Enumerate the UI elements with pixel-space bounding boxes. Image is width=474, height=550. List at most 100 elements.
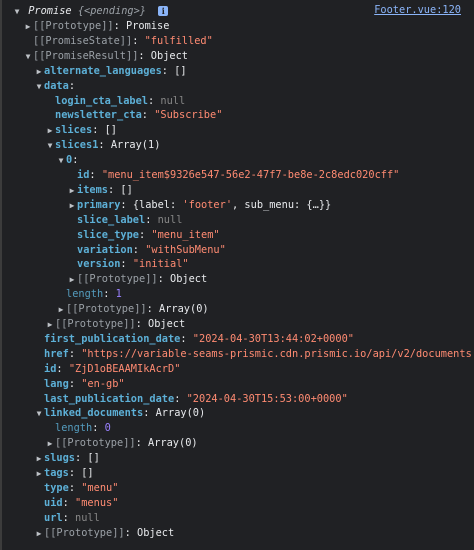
tree-row[interactable]: ▼ 0: bbox=[56, 153, 79, 168]
expand-triangle-icon[interactable]: ▶ bbox=[34, 526, 44, 541]
property-value: "Subscribe" bbox=[154, 109, 223, 122]
separator: : bbox=[132, 34, 145, 47]
property-value: [] bbox=[81, 467, 94, 479]
tree-row: length: 0 bbox=[45, 421, 111, 436]
property-value: Promise bbox=[126, 20, 170, 32]
tree-row: uid: "menus" bbox=[34, 496, 118, 511]
tree-row[interactable]: ▶ [[Prototype]]: Promise bbox=[23, 19, 170, 34]
expand-triangle-icon[interactable]: ▶ bbox=[34, 451, 44, 466]
tree-row: login_cta_label: null bbox=[45, 94, 185, 109]
promise-log-entry[interactable]: ▼ Promise {<pending>} i bbox=[12, 4, 169, 19]
property-value: 1 bbox=[115, 288, 122, 301]
property-key: lang bbox=[44, 377, 69, 390]
info-icon[interactable]: i bbox=[158, 6, 169, 16]
source-location-link[interactable]: Footer.vue:120 bbox=[374, 4, 461, 16]
tree-row: length: 1 bbox=[56, 287, 122, 302]
tree-row[interactable]: ▶ [[Prototype]]: Object bbox=[67, 272, 208, 287]
property-key: length bbox=[66, 288, 104, 301]
collapse-triangle-icon[interactable]: ▼ bbox=[23, 49, 33, 64]
property-value: Array(1) bbox=[110, 139, 161, 152]
property-key: tags bbox=[44, 467, 69, 479]
tree-row[interactable]: ▼ data: bbox=[34, 79, 75, 94]
tree-row[interactable]: ▶ [[Prototype]]: Array(0) bbox=[45, 436, 198, 451]
property-key: slice_type bbox=[77, 228, 139, 241]
expand-triangle-icon[interactable]: ▶ bbox=[45, 123, 55, 138]
property-value: "2024-04-30T15:53:00+0000" bbox=[186, 392, 348, 405]
property-key: linked_documents bbox=[44, 407, 144, 420]
separator: : bbox=[56, 362, 69, 375]
expand-triangle-icon[interactable]: ▶ bbox=[23, 19, 33, 34]
property-value: Array(0) bbox=[159, 303, 209, 316]
tree-row[interactable]: ▶ [[Prototype]]: Array(0) bbox=[56, 302, 209, 317]
tree-row[interactable]: ▶ items: [] bbox=[67, 183, 133, 198]
separator: : bbox=[68, 347, 82, 360]
tree-row[interactable]: ▶ slugs: [] bbox=[34, 451, 100, 466]
separator: : bbox=[146, 303, 159, 316]
separator: : bbox=[174, 392, 187, 405]
property-value: {label: bbox=[132, 198, 183, 211]
collapse-triangle-icon[interactable]: ▼ bbox=[34, 406, 44, 421]
expand-triangle-icon[interactable]: ▶ bbox=[34, 466, 44, 481]
separator: : bbox=[120, 198, 133, 211]
collapse-triangle-icon[interactable]: ▼ bbox=[34, 79, 44, 94]
tree-row[interactable]: ▼ [[PromiseResult]]: Object bbox=[23, 49, 188, 64]
property-value: [] bbox=[174, 64, 187, 77]
separator: : bbox=[89, 169, 102, 181]
tree-row[interactable]: ▶ alternate_languages: [] bbox=[34, 64, 187, 79]
property-key: slugs bbox=[44, 452, 75, 465]
separator: : bbox=[135, 318, 148, 330]
tree-row[interactable]: ▼ linked_documents: Array(0) bbox=[34, 406, 206, 421]
property-key: url bbox=[44, 511, 63, 524]
separator: : bbox=[161, 64, 175, 77]
expand-triangle-icon[interactable]: ▶ bbox=[56, 302, 66, 317]
tree-row[interactable]: ▶ primary: {label: 'footer', sub_menu: {…… bbox=[67, 198, 332, 213]
property-key: variation bbox=[77, 243, 133, 256]
property-value: "ZjD1oBEAAMIkAcrD" bbox=[68, 362, 181, 375]
property-key: uid bbox=[44, 496, 63, 509]
expand-triangle-icon[interactable]: ▶ bbox=[34, 64, 44, 79]
devtools-console: Footer.vue:120 ▼ Promise {<pending>} i ▶… bbox=[0, 0, 474, 550]
expand-triangle-icon[interactable]: ▶ bbox=[67, 272, 77, 287]
property-value: "fulfilled" bbox=[144, 34, 213, 47]
expand-triangle-icon[interactable]: ▶ bbox=[45, 317, 55, 332]
separator: : bbox=[92, 422, 105, 435]
tree-row: first_publication_date: "2024-04-30T13:4… bbox=[34, 332, 354, 347]
property-key: first_publication_date bbox=[44, 332, 181, 345]
expand-triangle-icon[interactable]: ▶ bbox=[67, 183, 77, 198]
property-value: "en-gb" bbox=[81, 377, 125, 390]
property-key: type bbox=[44, 481, 69, 494]
expand-triangle-icon[interactable]: ▶ bbox=[45, 436, 55, 451]
separator: : bbox=[157, 273, 170, 286]
tree-row[interactable]: ▶ slices: [] bbox=[45, 123, 117, 138]
tree-row: url: null bbox=[34, 511, 100, 526]
tree-row: [[PromiseState]]: "fulfilled" bbox=[23, 34, 213, 49]
tree-row[interactable]: ▼ slices1: Array(1) bbox=[45, 138, 161, 153]
separator: : bbox=[138, 49, 151, 62]
property-value: [] bbox=[120, 183, 133, 196]
separator: : bbox=[145, 213, 158, 226]
tree-row[interactable]: ▶ [[Prototype]]: Object bbox=[45, 317, 186, 332]
property-key: primary bbox=[77, 198, 121, 211]
property-value: Object bbox=[150, 49, 188, 62]
property-value: "menu_item$9326e547-56e2-47f7-be8e-2c8ed… bbox=[101, 169, 400, 181]
property-value: , sub_menu: {…}} bbox=[232, 198, 332, 211]
property-value: "menu" bbox=[81, 481, 119, 494]
property-value: [] bbox=[87, 452, 100, 465]
separator: : bbox=[143, 407, 156, 420]
tree-row[interactable]: ▶ tags: [] bbox=[34, 466, 94, 481]
separator: : bbox=[68, 467, 82, 479]
property-value: Object bbox=[137, 526, 175, 539]
separator: : bbox=[113, 20, 126, 32]
property-key: [[Prototype]] bbox=[55, 437, 136, 450]
tree-row[interactable]: ▶ [[Prototype]]: Object bbox=[34, 526, 175, 541]
property-value: null bbox=[75, 511, 100, 524]
property-key: slice_label bbox=[77, 213, 146, 226]
collapse-triangle-icon[interactable]: ▼ bbox=[56, 153, 66, 168]
property-key: id bbox=[44, 362, 57, 375]
collapse-triangle-icon[interactable]: ▼ bbox=[12, 4, 22, 19]
property-value: "https://variable-seams-prismic.cdn.pris… bbox=[81, 347, 472, 360]
property-value: 'footer' bbox=[182, 198, 233, 211]
collapse-triangle-icon[interactable]: ▼ bbox=[45, 138, 55, 153]
expand-triangle-icon[interactable]: ▶ bbox=[67, 198, 77, 213]
property-value: Array(0) bbox=[155, 407, 206, 420]
